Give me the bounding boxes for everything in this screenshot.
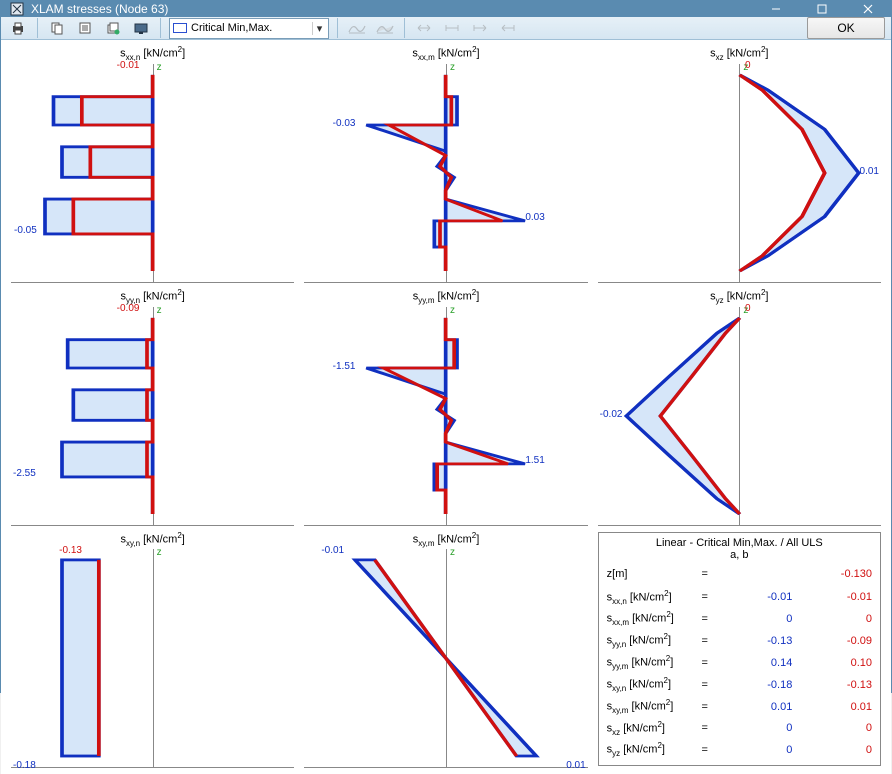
info-title-2: a, b: [607, 549, 872, 561]
maximize-button[interactable]: [799, 1, 845, 17]
list-icon[interactable]: [74, 17, 96, 39]
info-row: sxx,n [kN/cm2]=-0.01-0.01: [607, 587, 872, 609]
value-label: 0: [745, 60, 751, 71]
plot-title: syz [kN/cm2]: [594, 287, 885, 307]
value-label: -0.18: [13, 760, 36, 771]
plot-area[interactable]: z -1.51 1.51: [304, 307, 587, 526]
value-label: -0.03: [333, 118, 356, 129]
value-label: 0.01: [860, 166, 879, 177]
plot-area[interactable]: z -0.01 0.01: [304, 549, 587, 768]
value-label: -0.09: [117, 303, 140, 314]
value-label: 0: [745, 303, 751, 314]
info-row: sxx,m [kN/cm2]=00: [607, 608, 872, 630]
chevron-down-icon: ▾: [312, 22, 326, 35]
minimize-button[interactable]: [753, 1, 799, 17]
plot-sxyn: sxy,n [kN/cm2] z -0.13 -0.18: [7, 530, 298, 771]
window-title: XLAM stresses (Node 63): [31, 2, 753, 16]
view-mode-combo[interactable]: Critical Min,Max. ▾: [169, 18, 329, 39]
arrow-span-icon[interactable]: [441, 17, 463, 39]
arrow-lr-icon[interactable]: [413, 17, 435, 39]
plot-title: syy,m [kN/cm2]: [300, 287, 591, 307]
ok-button[interactable]: OK: [807, 17, 885, 39]
info-row: syy,m [kN/cm2]=0.140.10: [607, 652, 872, 674]
plot-syyn: syy,n [kN/cm2] z -0.09 -2.55: [7, 287, 298, 528]
plot-sxym: sxy,m [kN/cm2] z -0.01 0.01: [300, 530, 591, 771]
info-panel: Linear - Critical Min,Max. / All ULS a, …: [594, 530, 885, 771]
plot-title: sxz [kN/cm2]: [594, 44, 885, 64]
plot-title: sxx,n [kN/cm2]: [7, 44, 298, 64]
value-label: 0.03: [525, 212, 544, 223]
plot-area[interactable]: z 0 -0.02: [598, 307, 881, 526]
info-row: sxz [kN/cm2]=00: [607, 718, 872, 740]
plot-area[interactable]: z 0 0.01: [598, 64, 881, 283]
arrow-right-icon[interactable]: [497, 17, 519, 39]
plot-area[interactable]: z -0.13 -0.18: [11, 549, 294, 768]
info-row: sxy,n [kN/cm2]=-0.18-0.13: [607, 674, 872, 696]
graph-a-icon[interactable]: [346, 17, 368, 39]
plot-sxxm: sxx,m [kN/cm2] z -0.03 0.03: [300, 44, 591, 285]
plot-area[interactable]: z -0.09 -2.55: [11, 307, 294, 526]
value-label: -0.01: [117, 60, 140, 71]
plot-syym: syy,m [kN/cm2] z -1.51 1.51: [300, 287, 591, 528]
xlam-stresses-window: XLAM stresses (Node 63) Critical Min,Max…: [0, 0, 892, 693]
info-row: sxy,m [kN/cm2]=0.010.01: [607, 696, 872, 718]
plot-sxz: sxz [kN/cm2] z 0 0.01: [594, 44, 885, 285]
plot-sxxn: sxx,n [kN/cm2] z -0.01 -0.05: [7, 44, 298, 285]
combo-label: Critical Min,Max.: [191, 22, 312, 34]
plot-title: sxx,m [kN/cm2]: [300, 44, 591, 64]
arrow-left-icon[interactable]: [469, 17, 491, 39]
value-label: 0.01: [566, 760, 585, 771]
info-row: syy,n [kN/cm2]=-0.13-0.09: [607, 630, 872, 652]
print-icon[interactable]: [7, 17, 29, 39]
close-button[interactable]: [845, 1, 891, 17]
copy-icon[interactable]: [46, 17, 68, 39]
value-label: -0.13: [59, 545, 82, 556]
toolbar: Critical Min,Max. ▾ OK: [1, 17, 891, 40]
combo-box-icon: [173, 23, 187, 33]
value-label: -0.02: [600, 409, 623, 420]
graph-b-icon[interactable]: [374, 17, 396, 39]
plot-area[interactable]: z -0.01 -0.05: [11, 64, 294, 283]
plot-title: syy,n [kN/cm2]: [7, 287, 298, 307]
value-label: -2.55: [13, 468, 36, 479]
plot-syz: syz [kN/cm2] z 0 -0.02: [594, 287, 885, 528]
layers-icon[interactable]: [102, 17, 124, 39]
app-icon: [9, 1, 25, 17]
value-label: -0.01: [321, 545, 344, 556]
value-label: -0.05: [14, 225, 37, 236]
info-title-1: Linear - Critical Min,Max. / All ULS: [607, 537, 872, 549]
screen-icon[interactable]: [130, 17, 152, 39]
value-label: -1.51: [333, 361, 356, 372]
info-z-row: z[m] = -0.130: [607, 567, 872, 581]
plot-title: sxy,n [kN/cm2]: [7, 530, 298, 550]
plot-area[interactable]: z -0.03 0.03: [304, 64, 587, 283]
title-bar: XLAM stresses (Node 63): [1, 1, 891, 17]
plots-grid: sxx,n [kN/cm2] z -0.01 -0.05 sxx,m [kN/c…: [1, 40, 891, 774]
info-row: syz [kN/cm2]=00: [607, 739, 872, 761]
value-label: 1.51: [525, 455, 544, 466]
